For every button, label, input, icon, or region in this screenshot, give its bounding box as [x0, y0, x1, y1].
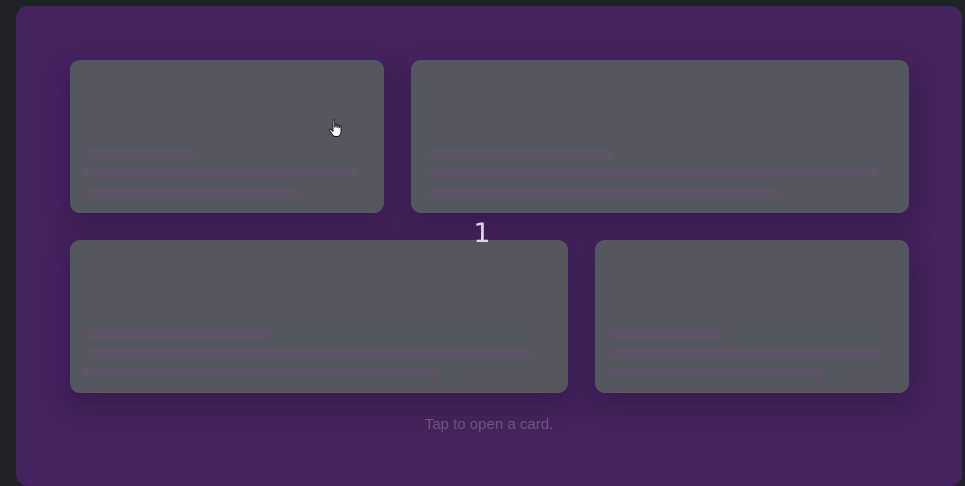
hint-text: Tap to open a card.: [424, 416, 554, 433]
card-text-placeholder: [84, 348, 535, 358]
card-text-placeholder: [84, 368, 441, 378]
card-text-placeholder: [84, 168, 358, 178]
card-text-placeholder: [425, 188, 782, 198]
card-4[interactable]: [595, 240, 909, 393]
hand-pointer-icon: [329, 119, 342, 137]
card-2[interactable]: [411, 60, 909, 213]
card-text-placeholder: [425, 168, 876, 178]
card-title-placeholder: [425, 149, 613, 159]
card-title-placeholder: [84, 149, 198, 159]
card-text-placeholder: [84, 188, 301, 198]
tap-counter: 1: [473, 218, 491, 249]
card-title-placeholder: [84, 329, 272, 339]
card-stage: 1 Tap to open a card.: [16, 6, 962, 486]
card-text-placeholder: [609, 368, 826, 378]
card-title-placeholder: [609, 329, 723, 339]
card-3[interactable]: [70, 240, 568, 393]
card-text-placeholder: [609, 348, 883, 358]
